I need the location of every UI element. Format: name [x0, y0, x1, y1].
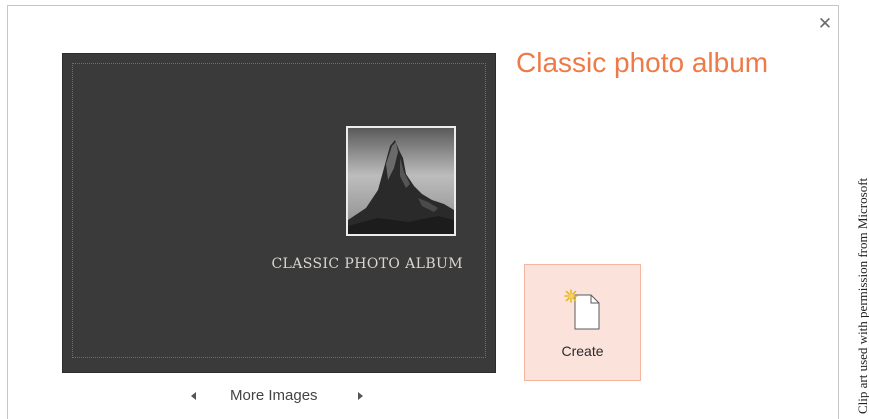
image-navigation: More Images: [178, 384, 378, 408]
rock-formation-photo: [346, 126, 456, 236]
screenshot-frame: ✕ CLASSIC PHOTO ALBUM More Images Classi…: [0, 0, 869, 419]
template-title: Classic photo album: [516, 47, 769, 78]
left-triangle-icon[interactable]: [188, 389, 202, 403]
template-preview: CLASSIC PHOTO ALBUM: [62, 53, 496, 373]
photo-image: [348, 128, 454, 234]
clip-art-credit: Clip art used with permission from Micro…: [855, 177, 869, 414]
right-triangle-icon[interactable]: [353, 389, 367, 403]
close-button[interactable]: ✕: [816, 15, 834, 33]
close-icon: ✕: [817, 14, 833, 34]
more-images-link[interactable]: More Images: [230, 387, 318, 404]
create-button[interactable]: Create: [524, 264, 641, 381]
new-document-icon: [564, 289, 600, 330]
template-preview-dialog: ✕ CLASSIC PHOTO ALBUM More Images Classi…: [7, 5, 839, 419]
album-title-text: CLASSIC PHOTO ALBUM: [271, 256, 463, 272]
credit-margin: Clip art used with permission from Micro…: [846, 0, 869, 419]
create-label: Create: [561, 343, 604, 359]
